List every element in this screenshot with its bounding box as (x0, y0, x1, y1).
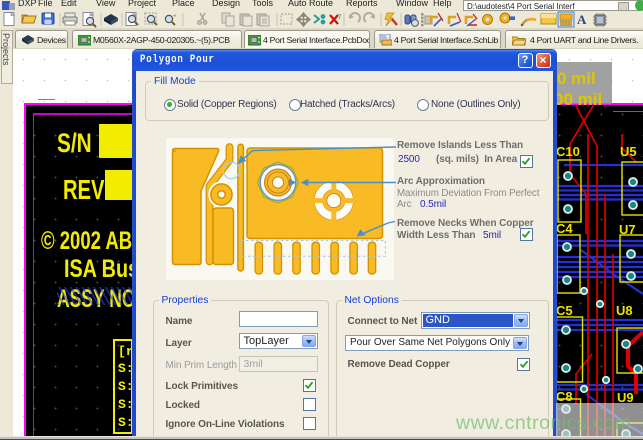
svg-text:U5: U5 (620, 144, 637, 159)
svg-text:C4: C4 (556, 221, 573, 236)
svg-text:U8: U8 (616, 303, 633, 318)
svg-text:C5: C5 (556, 303, 573, 318)
svg-text:A: A (577, 12, 587, 27)
svg-text:7: 7 (338, 15, 342, 21)
svg-text:C10: C10 (556, 144, 580, 159)
svg-text:U7: U7 (619, 222, 636, 237)
svg-text:C8: C8 (556, 389, 573, 404)
